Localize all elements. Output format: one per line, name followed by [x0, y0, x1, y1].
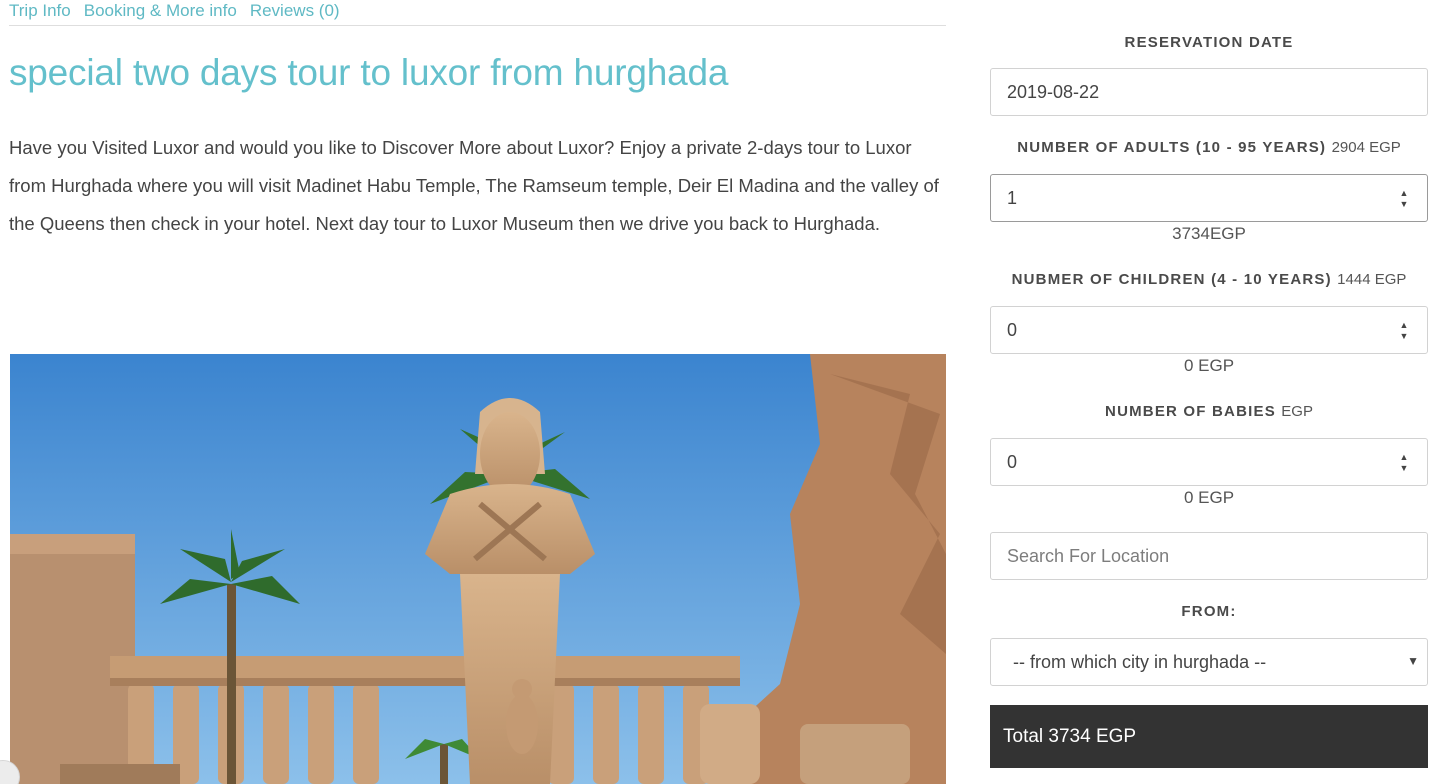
- children-label: NUBMER OF CHILDREN (4 - 10 YEARS) 1444 E…: [990, 271, 1428, 288]
- trip-description: Have you Visited Luxor and would you lik…: [9, 137, 939, 234]
- babies-label-text: NUMBER OF BABIES: [1105, 403, 1276, 420]
- babies-label: NUMBER OF BABIES EGP: [990, 403, 1428, 420]
- adults-label: NUMBER OF ADULTS (10 - 95 YEARS) 2904 EG…: [990, 139, 1428, 156]
- babies-price: EGP: [1281, 403, 1313, 420]
- reservation-date-label: RESERVATION DATE: [1124, 34, 1294, 51]
- trip-tabs: Trip Info Booking & More info Reviews (0…: [9, 0, 946, 26]
- children-price: 1444 EGP: [1337, 271, 1407, 288]
- children-quantity-input[interactable]: 0 ▲ ▼: [990, 306, 1428, 354]
- trip-details-column: Trip Info Booking & More info Reviews (0…: [0, 0, 948, 784]
- tab-trip-info[interactable]: Trip Info: [9, 0, 71, 25]
- location-placeholder: Search For Location: [1007, 545, 1170, 566]
- from-label: FROM:: [1181, 603, 1237, 620]
- adults-value: 1: [1007, 187, 1018, 208]
- from-selected-value: -- from which city in hurghada --: [1013, 651, 1267, 672]
- children-value: 0: [1007, 319, 1018, 340]
- tab-booking-more-info[interactable]: Booking & More info: [84, 0, 237, 25]
- adults-label-text: NUMBER OF ADULTS (10 - 95 YEARS): [1017, 139, 1327, 156]
- babies-value: 0: [1007, 451, 1018, 472]
- reservation-date-input[interactable]: 2019-08-22: [990, 68, 1428, 116]
- total-price-bar: Total 3734 EGP: [990, 705, 1428, 768]
- up-down-arrows-icon[interactable]: ▲ ▼: [1399, 321, 1409, 341]
- luxor-temple-photo: [10, 354, 946, 784]
- chevron-down-icon: ▼: [1407, 654, 1419, 668]
- babies-subtotal: 0 EGP: [1183, 488, 1235, 507]
- adults-quantity-input[interactable]: 1 ▲ ▼: [990, 174, 1428, 222]
- reservation-date-value: 2019-08-22: [1007, 81, 1100, 102]
- adults-subtotal: 3734EGP: [1172, 224, 1246, 243]
- from-city-select[interactable]: -- from which city in hurghada -- ▼: [990, 638, 1428, 686]
- adults-price: 2904 EGP: [1331, 139, 1401, 156]
- location-search-input[interactable]: Search For Location: [990, 532, 1428, 580]
- trip-title: special two days tour to luxor from hurg…: [9, 52, 729, 93]
- temple-illustration: [10, 354, 946, 784]
- children-label-text: NUBMER OF CHILDREN (4 - 10 YEARS): [1011, 271, 1332, 288]
- up-down-arrows-icon[interactable]: ▲ ▼: [1399, 453, 1409, 473]
- booking-form: RESERVATION DATE 2019-08-22 NUMBER OF AD…: [990, 0, 1428, 784]
- total-price: Total 3734 EGP: [1003, 725, 1137, 747]
- babies-quantity-input[interactable]: 0 ▲ ▼: [990, 438, 1428, 486]
- tab-reviews[interactable]: Reviews (0): [250, 0, 340, 25]
- children-subtotal: 0 EGP: [1183, 356, 1235, 375]
- up-down-arrows-icon[interactable]: ▲ ▼: [1399, 189, 1409, 209]
